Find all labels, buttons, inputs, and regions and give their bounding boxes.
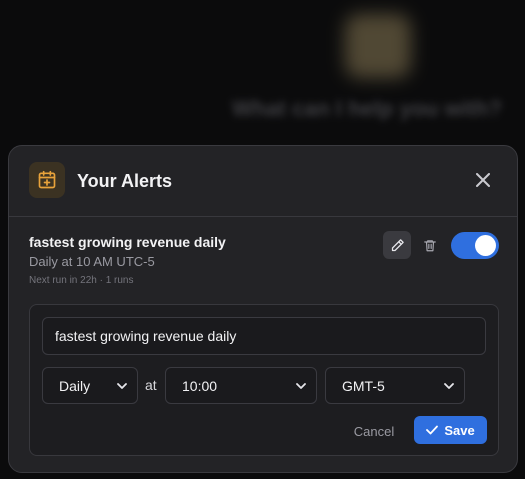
chevron-down-icon xyxy=(296,382,306,389)
save-label: Save xyxy=(444,422,475,438)
close-button[interactable] xyxy=(473,170,493,190)
at-label: at xyxy=(145,377,157,393)
toggle-knob xyxy=(475,235,496,256)
alert-name: fastest growing revenue daily xyxy=(29,234,226,250)
chevron-down-icon xyxy=(117,382,127,389)
pencil-icon xyxy=(391,238,404,251)
alert-schedule: Daily at 10 AM UTC-5 xyxy=(29,254,155,269)
background-logo xyxy=(345,14,411,78)
calendar-plus-icon xyxy=(29,162,65,198)
edit-alert-button[interactable] xyxy=(383,231,411,259)
modal-title: Your Alerts xyxy=(77,171,173,191)
save-button[interactable]: Save xyxy=(414,416,487,444)
modal-header: Your Alerts xyxy=(9,146,517,217)
alerts-modal: Your Alerts fastest growing revenue dail… xyxy=(8,145,518,473)
time-select[interactable]: 10:00 xyxy=(165,367,317,404)
check-icon xyxy=(426,425,439,435)
chevron-down-icon xyxy=(444,382,454,389)
alert-name-input[interactable]: fastest growing revenue daily xyxy=(42,317,486,355)
alert-enabled-toggle[interactable] xyxy=(451,232,499,259)
frequency-select[interactable]: Daily xyxy=(42,367,138,404)
close-icon xyxy=(476,173,490,187)
timezone-select[interactable]: GMT-5 xyxy=(325,367,465,404)
frequency-value: Daily xyxy=(59,377,91,394)
alert-next-run: Next run in 22h · 1 runs xyxy=(29,275,134,286)
time-value: 10:00 xyxy=(182,377,218,394)
alert-edit-panel: fastest growing revenue daily Daily at 1… xyxy=(29,304,499,456)
delete-alert-button[interactable] xyxy=(419,234,441,256)
trash-icon xyxy=(424,239,436,251)
cancel-button[interactable]: Cancel xyxy=(348,417,400,445)
background-prompt-text: What can I help you with? xyxy=(232,96,503,121)
timezone-value: GMT-5 xyxy=(342,377,385,394)
